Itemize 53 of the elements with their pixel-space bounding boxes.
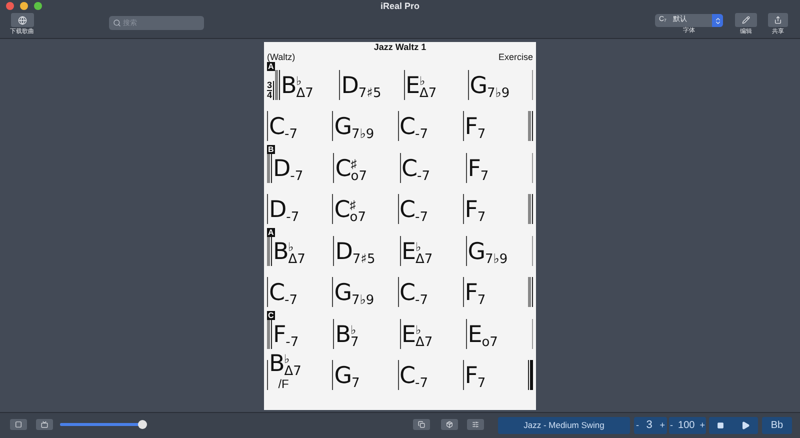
- stop-icon[interactable]: [717, 422, 724, 429]
- barline: [462, 111, 464, 141]
- composer-label: Exercise: [498, 53, 533, 62]
- section-marker: A: [267, 62, 275, 71]
- edit-button[interactable]: [735, 13, 757, 27]
- barline: [466, 318, 467, 348]
- time-signature: 3 4: [267, 80, 274, 100]
- screen-icon: [41, 421, 48, 428]
- barline: [333, 236, 334, 266]
- barline: [462, 360, 464, 390]
- style-select[interactable]: Jazz - Medium Swing: [498, 417, 630, 434]
- share-icon: [774, 16, 782, 24]
- minimize-button[interactable]: [20, 2, 28, 10]
- chevrons-icon: [714, 16, 722, 24]
- instrument-button[interactable]: [441, 419, 458, 430]
- panel-icon: [15, 421, 22, 428]
- airplay-button[interactable]: [36, 419, 53, 430]
- download-button[interactable]: [10, 13, 34, 27]
- barline: [462, 277, 464, 307]
- pencil-icon: [742, 16, 750, 24]
- copy-icon: [418, 421, 425, 428]
- globe-icon: [18, 16, 26, 24]
- style-label: (Waltz): [267, 53, 296, 62]
- sidebar-button[interactable]: [10, 419, 27, 430]
- section-marker: B: [267, 145, 275, 154]
- barline: [332, 277, 334, 307]
- zoom-button[interactable]: [34, 2, 42, 10]
- repeats-stepper[interactable]: - 3 +: [634, 417, 667, 434]
- transpose-button[interactable]: Bb: [762, 417, 792, 434]
- barline: [333, 318, 334, 348]
- barline: [462, 194, 464, 224]
- share-button[interactable]: [768, 13, 788, 27]
- search-icon: [113, 19, 121, 27]
- barline: [466, 236, 467, 266]
- barline: [468, 70, 469, 100]
- barline: [332, 111, 334, 141]
- play-icon[interactable]: [740, 421, 750, 430]
- section-marker: C: [267, 311, 275, 320]
- barline: [332, 194, 334, 224]
- barline: [333, 152, 334, 182]
- chord-diagram-button[interactable]: [413, 419, 430, 430]
- mixer-button[interactable]: [467, 419, 484, 430]
- song-title: Jazz Waltz 1: [372, 42, 428, 53]
- close-button[interactable]: [6, 2, 14, 10]
- box-icon: [446, 421, 453, 428]
- section-marker: A: [267, 228, 275, 237]
- barline: [404, 70, 405, 100]
- sliders-icon: [472, 421, 479, 428]
- barline: [339, 70, 340, 100]
- tempo-stepper[interactable]: - 100 +: [669, 417, 706, 434]
- barline: [466, 152, 467, 182]
- barline: [332, 360, 334, 390]
- window-title: iReal Pro: [379, 0, 420, 13]
